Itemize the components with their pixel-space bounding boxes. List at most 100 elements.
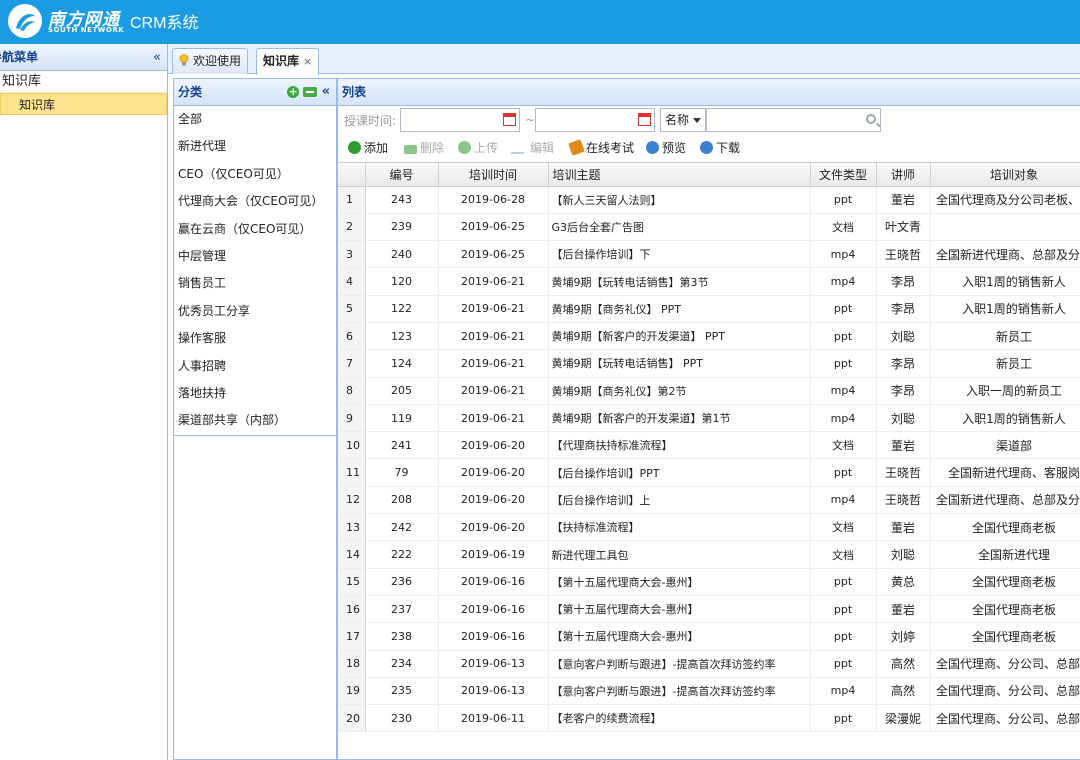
column-header-lecturer[interactable]: 讲师 <box>876 163 931 187</box>
cell-date: 2019-06-11 <box>438 704 549 733</box>
download-icon <box>700 141 713 154</box>
table-row[interactable]: 11 79 2019-06-20 【后台操作培训】PPT ppt 王晓哲 全国新进代理商、客… <box>338 458 1080 487</box>
cell-file-type: ppt <box>810 322 877 351</box>
preview-button[interactable]: 预览 <box>646 140 686 156</box>
table-row[interactable]: 17 238 2019-06-16 【第十五届代理商大会-惠州】 ppt 刘婷 全国代理商老… <box>338 622 1080 651</box>
app-header: 南方网通 SOUTH NETWORK CRM系统 <box>0 0 1080 44</box>
table-row[interactable]: 15 236 2019-06-16 【第十五届代理商大会-惠州】 ppt 黄总 全国代理商老… <box>338 568 1080 596</box>
category-item[interactable]: 落地扶持 <box>174 380 336 407</box>
cell-target: 全国新进代理商、总部及分公 <box>930 486 1080 515</box>
category-item[interactable]: 人事招聘 <box>174 353 336 380</box>
preview-icon <box>646 141 659 154</box>
table-row[interactable]: 3 240 2019-06-25 【后台操作培训】下 mp4 王晓哲 全国新进代理商、总部及… <box>338 240 1080 269</box>
delete-button[interactable]: 删除 <box>404 140 444 156</box>
row-number: 15 <box>338 568 366 596</box>
table-row[interactable]: 6 123 2019-06-21 黄埔9期【新客户的开发渠道】 PPT ppt 刘聪 新员工 <box>338 322 1080 351</box>
category-item[interactable]: 代理商大会（仅CEO可见） <box>174 188 336 215</box>
cell-subject: 黄埔9期【新客户的开发渠道】第1节 <box>548 404 811 433</box>
table-row[interactable]: 5 122 2019-06-21 黄埔9期【商务礼仪】 PPT ppt 李昂 入职1周的销售… <box>338 295 1080 323</box>
close-icon[interactable]: × <box>303 55 312 68</box>
cell-id: 208 <box>365 486 439 515</box>
table-row[interactable]: 20 230 2019-06-11 【老客户的续费流程】 ppt 梁漫妮 全国代理商、分公司… <box>338 704 1080 733</box>
row-number: 2 <box>338 213 366 242</box>
row-number: 13 <box>338 513 366 542</box>
table-row[interactable]: 8 205 2019-06-21 黄埔9期【商务礼仪】第2节 mp4 李昂 入职一周的新员工 <box>338 377 1080 405</box>
cell-file-type: ppt <box>810 458 877 487</box>
calendar-icon[interactable] <box>638 113 651 126</box>
category-item[interactable]: 渠道部共享（内部） <box>174 407 336 434</box>
table-row[interactable]: 7 124 2019-06-21 黄埔9期【玩转电话销售】 PPT ppt 李昂 新员工 <box>338 349 1080 378</box>
tab-knowledge[interactable]: 知识库 × <box>256 48 320 75</box>
tab-welcome-label: 欢迎使用 <box>193 54 242 68</box>
cell-file-type: mp4 <box>810 267 877 296</box>
table-row[interactable]: 14 222 2019-06-19 新进代理工具包 文档 刘聪 全国新进代理 <box>338 540 1080 569</box>
cell-lecturer: 董岩 <box>876 513 931 542</box>
cell-lecturer: 梁漫妮 <box>876 704 931 733</box>
add-category-icon[interactable]: + <box>287 86 300 98</box>
category-item[interactable]: 销售员工 <box>174 270 336 297</box>
upload-button[interactable]: 上传 <box>458 140 498 156</box>
remove-category-icon[interactable] <box>303 87 318 97</box>
online-exam-button[interactable]: 在线考试 <box>568 139 634 156</box>
cell-id: 79 <box>365 458 439 487</box>
row-number: 1 <box>338 186 366 214</box>
table-row[interactable]: 19 235 2019-06-13 【意向客户判断与跟进】-提高首次拜访签约率 mp4 高… <box>338 677 1080 706</box>
category-item[interactable]: 赢在云商（仅CEO可见） <box>174 216 336 243</box>
cell-subject: 【后台操作培训】上 <box>548 486 811 515</box>
cell-id: 205 <box>365 377 439 405</box>
table-row[interactable]: 13 242 2019-06-20 【扶持标准流程】 文档 董岩 全国代理商老板 <box>338 513 1080 542</box>
table-row[interactable]: 16 237 2019-06-16 【第十五届代理商大会-惠州】 ppt 董岩 全国代理商老… <box>338 595 1080 624</box>
cell-lecturer: 叶文青 <box>876 213 931 242</box>
table-row[interactable]: 18 234 2019-06-13 【意向客户判断与跟进】-提高首次拜访签约率 ppt 高… <box>338 650 1080 678</box>
category-item[interactable]: 新进代理 <box>174 133 336 160</box>
tab-welcome[interactable]: 欢迎使用 <box>172 48 249 74</box>
category-item[interactable]: 优秀员工分享 <box>174 298 336 325</box>
cell-target: 全国代理商、分公司、总部销 <box>930 704 1080 733</box>
column-header-date[interactable]: 培训时间 <box>438 163 549 187</box>
calendar-icon[interactable] <box>503 113 516 126</box>
cell-file-type: ppt <box>810 186 877 214</box>
nav-item-knowledge[interactable]: 知识库 <box>0 93 167 115</box>
cell-lecturer: 李昂 <box>876 377 931 405</box>
cell-subject: 新进代理工具包 <box>548 540 811 569</box>
nav-group-knowledge[interactable]: 知识库 <box>0 71 167 93</box>
table-row[interactable]: 2 239 2019-06-25 G3后台全套广告图 文档 叶文青 <box>338 213 1080 242</box>
start-date-field[interactable] <box>400 108 520 132</box>
cell-lecturer: 王晓哲 <box>876 458 931 487</box>
category-item[interactable]: CEO（仅CEO可见） <box>174 161 336 188</box>
end-date-field[interactable] <box>535 108 655 132</box>
cell-subject: 【意向客户判断与跟进】-提高首次拜访签约率 <box>548 677 811 706</box>
cell-date: 2019-06-21 <box>438 322 549 351</box>
cell-id: 119 <box>365 404 439 433</box>
category-item[interactable]: 全部 <box>174 106 336 133</box>
cell-subject: 黄埔9期【新客户的开发渠道】 PPT <box>548 322 811 351</box>
table-row[interactable]: 9 119 2019-06-21 黄埔9期【新客户的开发渠道】第1节 mp4 刘聪 入职1周… <box>338 404 1080 433</box>
cell-id: 237 <box>365 595 439 624</box>
column-header-subject[interactable]: 培训主题 <box>548 163 811 187</box>
edit-button[interactable]: 编辑 <box>510 140 554 156</box>
table-row[interactable]: 12 208 2019-06-20 【后台操作培训】上 mp4 王晓哲 全国新进代理商、总部… <box>338 486 1080 515</box>
table-row[interactable]: 4 120 2019-06-21 黄埔9期【玩转电话销售】第3节 mp4 李昂 入职1周的销… <box>338 267 1080 296</box>
column-header-target[interactable]: 培训对象 <box>930 163 1080 187</box>
table-row[interactable]: 10 241 2019-06-20 【代理商扶持标准流程】 文档 董岩 渠道部 <box>338 431 1080 460</box>
column-header-type[interactable]: 文件类型 <box>810 163 877 187</box>
download-button[interactable]: 下载 <box>700 140 740 156</box>
cell-file-type: mp4 <box>810 677 877 706</box>
cell-lecturer: 王晓哲 <box>876 240 931 269</box>
cell-subject: 黄埔9期【商务礼仪】 PPT <box>548 295 811 323</box>
search-icon[interactable] <box>866 114 876 124</box>
cell-date: 2019-06-16 <box>438 595 549 624</box>
search-field-select[interactable]: 名称 <box>660 108 706 132</box>
collapse-icon[interactable]: « <box>153 44 161 71</box>
cell-id: 222 <box>365 540 439 569</box>
table-row[interactable]: 1 243 2019-06-28 【新人三天留人法则】 ppt 董岩 全国代理商及分公司老板… <box>338 186 1080 214</box>
category-item[interactable]: 中层管理 <box>174 243 336 270</box>
cell-file-type: ppt <box>810 595 877 624</box>
row-number: 4 <box>338 267 366 296</box>
row-number: 18 <box>338 650 366 678</box>
search-input[interactable] <box>706 108 881 132</box>
column-header-id[interactable]: 编号 <box>365 163 439 187</box>
category-item[interactable]: 操作客服 <box>174 325 336 352</box>
add-button[interactable]: 添加 <box>348 140 388 156</box>
collapse-icon[interactable]: « <box>322 85 330 98</box>
